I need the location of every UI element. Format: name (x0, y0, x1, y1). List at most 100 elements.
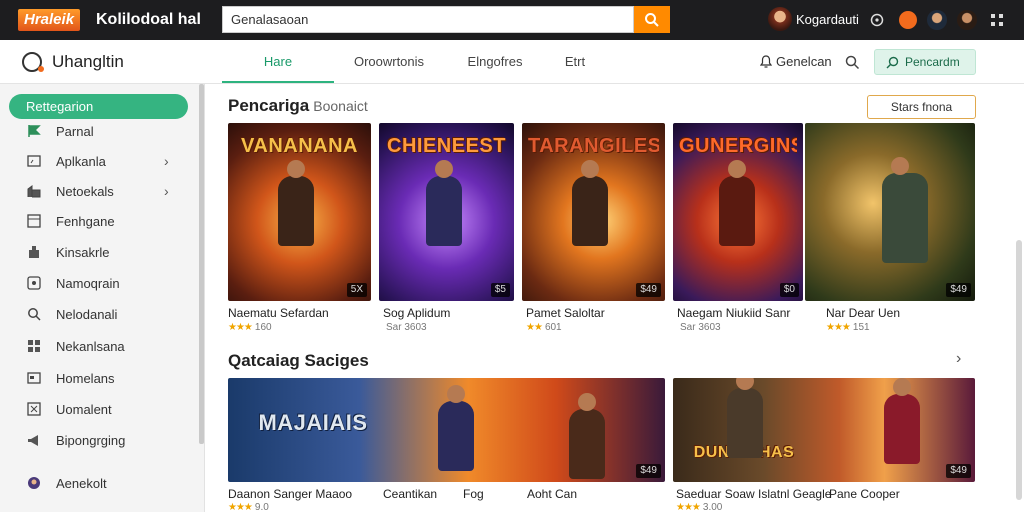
game-title[interactable]: Sog Aplidum (383, 306, 450, 320)
sidebar-item-label: Homelans (56, 370, 115, 386)
friends-icon[interactable] (926, 9, 948, 31)
game-banner: TARANGILES (528, 135, 659, 157)
sidebar-item-3[interactable]: Netoekals › (0, 178, 198, 204)
sidebar-item-active[interactable]: Rettegarion (9, 94, 188, 119)
rating-stars: ★★★ (228, 502, 253, 512)
building-icon (26, 183, 42, 199)
notify-link[interactable]: Genelcan (759, 40, 832, 84)
notification-icon[interactable] (897, 9, 919, 31)
nav-bar: Uhangltin Hare Oroowrtonis Elngofres Etr… (0, 40, 1024, 84)
price-tag: $49 (946, 283, 971, 297)
game-card[interactable]: TARANGILES $49 (522, 123, 665, 301)
site-logo[interactable]: Hraleik (18, 9, 81, 31)
hero-figure (437, 384, 474, 471)
game-title[interactable]: Pamet Saloltar (526, 306, 605, 320)
global-search-input[interactable]: Genalasaoan (222, 6, 634, 33)
cta-label: Pencardm (905, 55, 960, 69)
sidebar-item-label: Nekanlsana (56, 338, 125, 354)
game-title[interactable]: Nar Dear Uen (826, 306, 900, 320)
section-title: Qatcaiag Saciges (228, 351, 369, 370)
profile-icon[interactable] (956, 9, 978, 31)
section-subtitle: Boonaict (313, 98, 368, 114)
price-tag: $5 (490, 283, 510, 297)
sidebar-item-2[interactable]: Aplkanla › (0, 148, 198, 174)
tab-home[interactable]: Hare (222, 40, 334, 83)
search-icon[interactable] (842, 52, 862, 72)
game-meta-value: Sar 3603 (680, 322, 721, 333)
sidebar-item-label: Bipongrging (56, 432, 126, 448)
game-title[interactable]: Daanon Sanger Maaoo (228, 487, 352, 501)
price-tag: $0 (779, 283, 799, 297)
sidebar-item-label: Uomalent (56, 401, 112, 417)
sidebar-item-12[interactable]: Aenekolt (0, 470, 198, 496)
apps-grid-icon[interactable] (986, 9, 1008, 31)
game-meta-value: 151 (852, 322, 870, 333)
game-card[interactable]: DUNDRIHAS $49 (673, 378, 975, 482)
game-card[interactable]: MAJAIAIS $49 (228, 378, 665, 482)
sidebar-item-9[interactable]: Homelans (0, 365, 198, 391)
hero-figure (881, 156, 928, 263)
game-title[interactable]: Fog (463, 487, 484, 501)
tab-2[interactable]: Oroowrtonis (340, 40, 438, 83)
sidebar-item-1[interactable]: Parnal (0, 118, 198, 144)
sidebar-item-label: Kinsakrle (56, 244, 110, 260)
app-logo-icon[interactable] (22, 52, 44, 72)
game-title[interactable]: Naematu Sefardan (228, 306, 329, 320)
game-card[interactable]: CHIENEEST $5 (379, 123, 514, 301)
game-meta: ★★★ 9.0 (228, 502, 269, 512)
game-title[interactable]: Ceantikan (383, 487, 437, 501)
app-name[interactable]: Uhangltin (52, 51, 124, 73)
sidebar-item-7[interactable]: Nelodanali (0, 301, 198, 327)
hero-figure (572, 160, 609, 247)
rating-stars: ★★ (526, 322, 543, 333)
price-tag: 5X (346, 283, 367, 297)
game-banner: VANANANA (241, 135, 358, 157)
game-meta-value: 160 (254, 322, 272, 333)
game-title[interactable]: Naegam Niukiid Sanr (677, 306, 790, 320)
game-card[interactable]: $49 (805, 123, 975, 301)
game-meta: ★★★ 151 (826, 322, 870, 333)
main-scrollbar[interactable] (1016, 240, 1022, 500)
tab-3[interactable]: Elngofres (456, 40, 534, 83)
user-name[interactable]: Kogardauti (796, 9, 859, 31)
game-meta: Sar 3603 (383, 322, 427, 333)
see-more-button[interactable]: Stars fnona (867, 95, 976, 119)
sidebar-item-11[interactable]: Bipongrging (0, 427, 198, 453)
search-icon (26, 306, 42, 322)
sidebar-item-6[interactable]: Namoqrain (0, 270, 198, 296)
sidebar-item-label: Nelodanali (56, 306, 118, 322)
rating-stars: ★★★ (676, 502, 701, 512)
sidebar-item-8[interactable]: Nekanlsana (0, 333, 198, 359)
hero-figure (884, 378, 921, 464)
game-card[interactable]: GUNERGINS $0 (673, 123, 803, 301)
game-title[interactable]: Aoht Can (527, 487, 577, 501)
hero-figure (278, 160, 315, 247)
sidebar-item-label: Aenekolt (56, 475, 107, 491)
chat-icon (26, 275, 42, 291)
user-avatar[interactable] (768, 7, 792, 31)
sidebar-item-4[interactable]: Fenhgane (0, 208, 198, 234)
sidebar-item-10[interactable]: Uomalent (0, 396, 198, 422)
chevron-right-icon[interactable]: › (956, 350, 961, 368)
section-title: Pencariga Boonaict (228, 96, 368, 116)
sidebar-item-label: Aplkanla (56, 153, 106, 169)
cta-button[interactable]: Pencardm (874, 49, 976, 75)
sidebar-scrollbar[interactable] (199, 84, 204, 444)
site-brand-name[interactable]: Kolilodoal hal (96, 9, 201, 31)
game-card[interactable]: VANANANA 5X (228, 123, 371, 301)
tab-4[interactable]: Etrt (552, 40, 598, 83)
game-title[interactable]: Pane Cooper (829, 487, 900, 501)
price-tag: $49 (946, 464, 971, 478)
search-button[interactable] (634, 6, 670, 33)
hero-figure (718, 160, 755, 247)
sidebar-item-5[interactable]: Kinsakrle (0, 239, 198, 265)
hero-figure (727, 378, 764, 459)
help-icon[interactable] (866, 9, 888, 31)
game-title[interactable]: Saeduar Soaw Islatnl Geagle (676, 487, 831, 501)
section-title-text: Pencariga (228, 96, 310, 115)
search-icon (886, 56, 899, 69)
search-icon (645, 12, 659, 27)
rating-stars: ★★★ (228, 322, 253, 333)
game-banner: CHIENEEST (387, 135, 506, 157)
monitor-icon (26, 153, 42, 169)
